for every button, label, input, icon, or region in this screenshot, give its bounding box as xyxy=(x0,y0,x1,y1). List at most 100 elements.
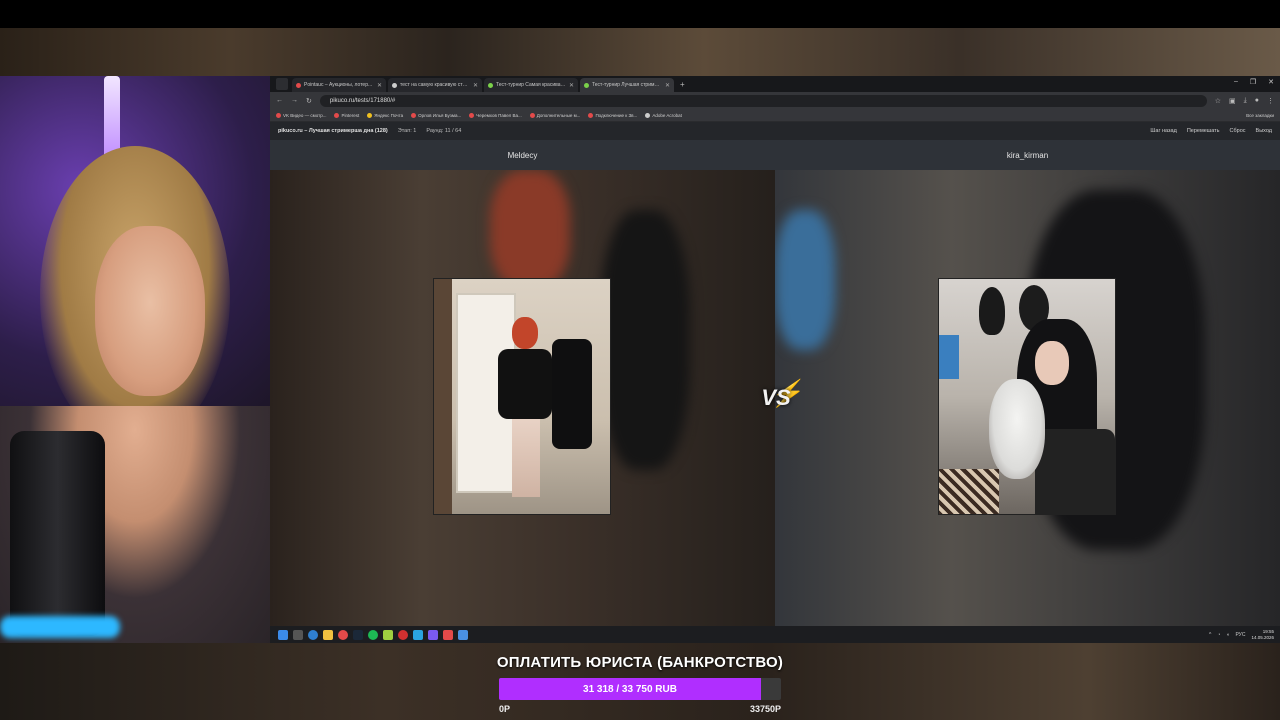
tab-tournament-1[interactable]: Тест-турнир Самая красивая... ✕ xyxy=(484,78,578,92)
edge-icon[interactable] xyxy=(308,629,318,640)
extensions-icon[interactable]: ▣ xyxy=(1229,97,1236,105)
explorer-icon[interactable] xyxy=(323,629,333,640)
person-legs xyxy=(512,417,540,497)
top-black-bar xyxy=(0,0,1280,28)
right-contestant-panel[interactable] xyxy=(775,170,1280,626)
bookmark-icon xyxy=(276,112,281,118)
obs-icon[interactable] xyxy=(398,629,408,640)
site-title[interactable]: pikuco.ru – Лучшая стримерша дна (128) xyxy=(278,128,388,134)
microphone xyxy=(10,431,105,636)
maximize-button[interactable]: ❐ xyxy=(1250,78,1256,86)
webcam-overlay xyxy=(0,76,270,643)
bookmark-star-icon[interactable]: ☆ xyxy=(1215,97,1221,105)
round-indicator: Раунд: 11 / 64 xyxy=(426,128,462,134)
tab-search-icon[interactable] xyxy=(276,78,288,90)
chrome-icon[interactable] xyxy=(338,629,348,640)
streamer-face xyxy=(95,226,205,396)
blurred-coat xyxy=(600,210,690,470)
start-icon[interactable] xyxy=(278,629,288,640)
close-tab-icon[interactable]: ✕ xyxy=(665,82,670,89)
network-icon[interactable]: ◔ xyxy=(1217,632,1220,638)
person-face xyxy=(1035,341,1069,385)
bookmark-icon xyxy=(469,112,475,118)
contestant-names: Meldecy kira_kirman xyxy=(270,140,1280,170)
tab-pointauc[interactable]: Pointauc – Аукционы, лотер... ✕ xyxy=(292,78,386,92)
window-controls: – ❐ ✕ xyxy=(1234,78,1274,86)
close-tab-icon[interactable]: ✕ xyxy=(569,82,574,89)
reset-button[interactable]: Сброс xyxy=(1230,128,1246,134)
system-tray: ^ ◔ ◖ РУС 19:55 14.05.2026 xyxy=(1209,629,1280,641)
donation-goal-title: ОПЛАТИТЬ ЮРИСТА (БАНКРОТСТВО) xyxy=(496,654,784,671)
bookmark-item[interactable]: Дополнительные м... xyxy=(529,112,581,118)
url-field[interactable]: pikuco.ru/tests/171880/# xyxy=(319,94,1207,107)
blurred-monitor xyxy=(775,210,835,350)
tray-chevron-icon[interactable]: ^ xyxy=(1209,632,1211,638)
reload-icon[interactable]: ↻ xyxy=(306,97,312,105)
tab-label: Pointauc – Аукционы, лотер... xyxy=(304,82,373,88)
close-window-button[interactable]: ✕ xyxy=(1268,78,1274,86)
bookmark-item[interactable]: Черемхов Павел Ва... xyxy=(469,112,522,118)
telegram-icon[interactable] xyxy=(413,629,423,640)
bookmark-label: Орлов Илья Бузма... xyxy=(418,112,462,118)
bookmark-item[interactable]: Подключение к Зв... xyxy=(588,112,637,118)
steam-icon[interactable] xyxy=(353,629,363,640)
bookmark-label: Дополнительные м... xyxy=(536,112,581,118)
task-view-icon[interactable] xyxy=(293,629,303,640)
clock[interactable]: 19:55 14.05.2026 xyxy=(1251,629,1274,641)
bookmark-item[interactable]: Adobe Acrobat xyxy=(645,112,682,118)
left-contestant-panel[interactable] xyxy=(270,170,775,626)
mic-light-ring xyxy=(0,616,120,638)
windows-taskbar: ^ ◔ ◖ РУС 19:55 14.05.2026 xyxy=(270,626,1280,643)
tab-label: тест на самую красивую стри... xyxy=(400,82,470,88)
person-body xyxy=(498,349,552,419)
donation-goal-progress-text: 31 318 / 33 750 RUB xyxy=(583,683,677,695)
bookmark-label: Черемхов Павел Ва... xyxy=(476,112,522,118)
bookmark-label: Pinterest xyxy=(341,112,360,118)
tab-tournament-active[interactable]: Тест-турнир Лучшая стримерш... ✕ xyxy=(580,78,674,92)
download-icon[interactable]: ⤓ xyxy=(1244,97,1247,105)
step-back-button[interactable]: Шаг назад xyxy=(1150,128,1176,134)
back-icon[interactable]: ← xyxy=(276,97,283,104)
app-icon[interactable] xyxy=(383,629,393,640)
bookmark-label: VK Видео — смотр... xyxy=(283,112,327,118)
donation-goal-bar: 31 318 / 33 750 RUB xyxy=(499,678,781,700)
bookmark-item[interactable]: Pinterest xyxy=(334,112,360,118)
vs-label: VS xyxy=(761,385,791,410)
tab-bar: Pointauc – Аукционы, лотер... ✕ тест на с… xyxy=(270,76,1280,92)
new-tab-button[interactable]: + xyxy=(680,80,685,89)
bookmark-icon xyxy=(411,112,417,118)
person-shirt xyxy=(1035,429,1115,514)
bookmark-item[interactable]: Орлов Илья Бузма... xyxy=(411,112,462,118)
minimize-button[interactable]: – xyxy=(1234,78,1238,86)
discord-icon[interactable] xyxy=(428,629,438,640)
tab-label: Тест-турнир Лучшая стримерш... xyxy=(592,82,662,88)
spotify-icon[interactable] xyxy=(368,629,378,640)
left-contestant-photo[interactable] xyxy=(433,278,611,515)
profile-icon[interactable]: ● xyxy=(1255,97,1259,104)
all-bookmarks[interactable]: Все закладки xyxy=(1246,113,1274,118)
forward-icon[interactable]: → xyxy=(291,97,298,104)
shuffle-button[interactable]: Перемешать xyxy=(1187,128,1220,134)
bookmark-label: Adobe Acrobat xyxy=(652,112,682,118)
background-scene-top xyxy=(0,28,1280,76)
site-header: pikuco.ru – Лучшая стримерша дна (128) Э… xyxy=(270,122,1280,140)
bookmark-icon xyxy=(529,112,535,118)
yandex-icon[interactable] xyxy=(443,629,453,640)
left-contestant-name: Meldecy xyxy=(507,150,538,160)
donation-goal-max: 33750Р xyxy=(749,704,781,714)
monitor xyxy=(939,335,959,379)
tab-test-streamer[interactable]: тест на самую красивую стри... ✕ xyxy=(388,78,482,92)
app-icon[interactable] xyxy=(458,629,468,640)
close-tab-icon[interactable]: ✕ xyxy=(473,82,478,89)
bookmark-item[interactable]: VK Видео — смотр... xyxy=(276,112,327,118)
volume-icon[interactable]: ◖ xyxy=(1226,632,1229,638)
menu-icon[interactable]: ⋮ xyxy=(1267,97,1274,105)
exit-button[interactable]: Выход xyxy=(1256,128,1272,134)
close-tab-icon[interactable]: ✕ xyxy=(377,82,382,89)
coat xyxy=(552,339,592,449)
language-indicator[interactable]: РУС xyxy=(1235,632,1245,638)
pillow xyxy=(939,469,999,514)
right-contestant-photo[interactable] xyxy=(938,278,1116,515)
bookmark-item[interactable]: Яндекс Почта xyxy=(367,112,403,118)
person-head xyxy=(512,317,538,349)
